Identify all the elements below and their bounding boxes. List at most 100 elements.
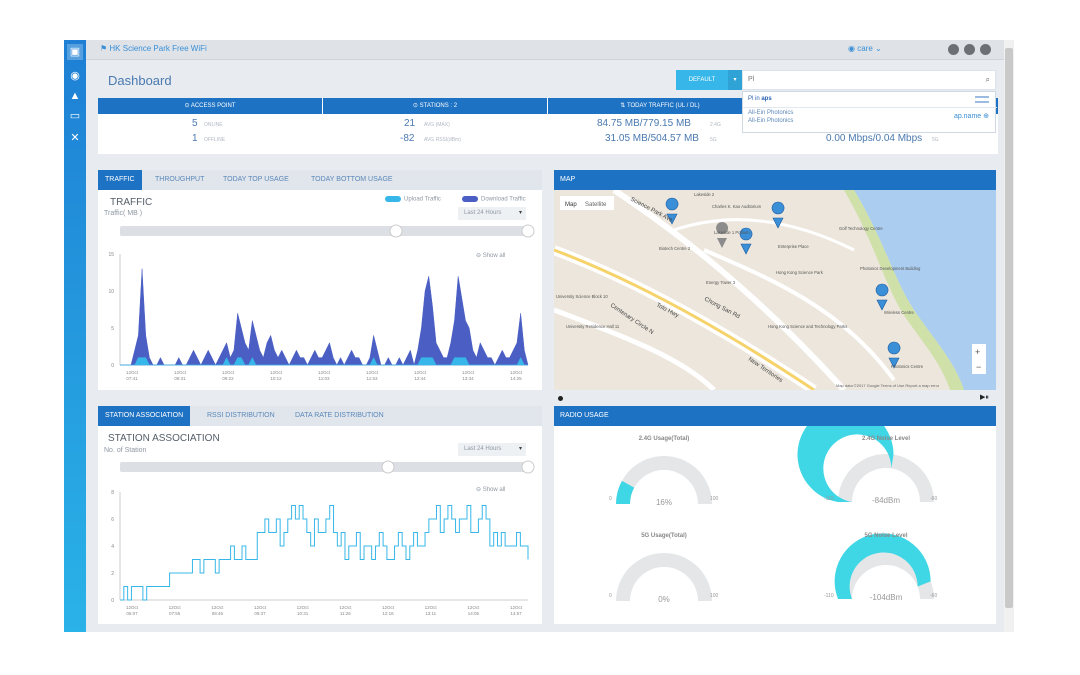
minimize-icon[interactable] [948,44,959,55]
gauge-max: 100 [710,496,719,502]
station-panel: STATION ASSOCIATION RSSI DISTRIBUTION DA… [98,406,542,624]
x-tick-label: 12Oct [297,605,310,610]
search-value: Pl [748,76,755,83]
map-type-map[interactable]: Map [565,202,577,208]
user-menu[interactable]: ◉ care ⌄ [848,44,882,53]
zoom-icon: ⊖ [476,487,482,493]
traffic-chart: 15105012Oct07:4112Oct08:3112Oct09:2212Oc… [108,224,535,381]
range-slider-handle [521,224,535,238]
chevron-down-icon[interactable]: ▾ [728,70,742,90]
x-tick-label: 12:44 [414,376,426,381]
maximize-icon[interactable] [964,44,975,55]
access-point-header-label: ACCESS POINT [190,103,236,109]
stations-header: ⊙ STATIONS : 2 [323,98,547,114]
suggest-field[interactable]: ap.name ⊕ [954,112,989,120]
map-view[interactable]: Map Satellite + − Lakeside 2 Charles K. … [554,190,996,390]
tab-traffic[interactable]: TRAFFIC [98,170,142,190]
y-tick-label: 10 [108,289,114,295]
suggest-field-name: ap.name [953,113,982,120]
gauge-24g-noise-value: -84dBm [871,496,900,505]
page-title: Dashboard [108,73,172,88]
gauge-5g-noise-value: -104dBm [869,593,903,602]
list-icon [975,96,989,103]
map-header: MAP [554,170,996,190]
legend-upload[interactable]: Upload Traffic [385,196,441,203]
traffic-header: ⇅ TODAY TRAFFIC (UL / DL) [548,98,772,114]
tab-data-rate-distribution[interactable]: DATA RATE DISTRIBUTION [288,406,391,426]
avg-rssi-label: AVG RSSI(dBm) [424,137,461,143]
suggest-item[interactable]: All-Ein Photonics [748,118,793,124]
vertical-scrollbar[interactable] [1004,40,1014,632]
map-label: Hong Kong Science and Technology Parks [768,324,847,329]
lock-icon[interactable]: ▲ [67,88,83,104]
carousel-dot-icon[interactable] [558,396,563,401]
wifi-icon[interactable]: ◉ [67,68,83,84]
station-chart: 8642012Oct06:0712Oct07:5512Oct08:4612Oct… [111,460,535,616]
tab-today-bottom-usage[interactable]: TODAY BOTTOM USAGE [304,170,400,190]
station-range-select[interactable]: Last 24 Hours [458,443,526,456]
site-selector[interactable]: ⚑ HK Science Park Free WiFi [100,44,207,53]
map-footer: Map data ©2017 Google Terms of Use Repor… [836,383,940,388]
x-tick-label: 12Oct [169,605,182,610]
gauge-max: 100 [710,593,719,599]
x-tick-label: 12Oct [211,605,224,610]
x-tick-label: 10:31 [297,611,309,616]
suggest-scope[interactable]: Pl in aps [748,96,772,102]
map-label: Enterprise Place [778,244,809,249]
traffic-panel: TRAFFIC THROUGHPUT TODAY TOP USAGE TODAY… [98,170,542,390]
x-tick-label: 12Oct [467,605,480,610]
x-tick-label: 12Oct [339,605,352,610]
legend-download[interactable]: Download Traffic [462,196,526,203]
x-tick-label: 12Oct [126,605,139,610]
zoom-in-icon[interactable]: + [975,347,980,357]
x-tick-label: 06:07 [126,611,138,616]
traffic-range-select[interactable]: Last 24 Hours [458,207,526,220]
top-bar: ⚑ HK Science Park Free WiFi ◉ care ⌄ [86,40,1014,60]
gauge-5g-usage-title: 5G Usage(Total) [641,533,687,539]
default-button[interactable]: DEFAULT [676,70,728,90]
gauge-min: -110 [824,496,834,502]
tab-today-top-usage[interactable]: TODAY TOP USAGE [216,170,296,190]
map-label: Lakeside 1 Podium [714,230,750,235]
tab-station-association[interactable]: STATION ASSOCIATION [98,406,191,426]
monitor-icon[interactable]: ▭ [67,108,83,124]
station-show-all[interactable]: ⊖ Show all [476,486,505,493]
traffic-header-label: TODAY TRAFFIC (UL / DL) [626,103,700,109]
traffic-show-all[interactable]: ⊖ Show all [476,252,505,259]
traffic-tabs: TRAFFIC THROUGHPUT TODAY TOP USAGE TODAY… [98,170,542,190]
map-label: Charles K. Kao Auditorium [712,204,762,209]
legend-swatch [462,196,478,202]
stations-header-label: STATIONS : 2 [419,103,458,109]
close-icon[interactable] [980,44,991,55]
x-tick-label: 12Oct [366,370,379,375]
ap-offline-label: OFFLINE [204,137,226,143]
play-pause-icon[interactable]: ▶⏸ [980,393,989,402]
station-chart-ylabel: No. of Station [104,447,147,454]
gauge-min: 0 [609,496,612,502]
x-tick-label: 12Oct [126,370,139,375]
ap-online-count: 5 [192,118,198,129]
tab-rssi-distribution[interactable]: RSSI DISTRIBUTION [200,406,282,426]
user-name: care [857,44,873,53]
tools-icon[interactable]: ✕ [67,130,83,146]
x-tick-label: 12Oct [270,370,283,375]
map-label: Wireless Centre [884,310,914,315]
map-label: Photonics Centre [891,364,924,369]
tab-throughput[interactable]: THROUGHPUT [148,170,211,190]
map-type-satellite[interactable]: Satellite [585,202,607,208]
traffic-chart-title: TRAFFIC [110,197,153,208]
x-tick-label: 14:25 [510,376,522,381]
dashboard-icon[interactable]: ▣ [67,44,83,60]
x-tick-label: 12Oct [414,370,427,375]
stations-count-label: AVG (MAX) [424,122,450,128]
series-area [120,268,529,366]
scrollbar-thumb[interactable] [1005,48,1013,608]
search-input[interactable]: Pl ⌕ [742,70,996,90]
gauge-fill [834,533,931,599]
site-name: HK Science Park Free WiFi [109,44,207,53]
suggest-item[interactable]: All-Ein Photonics [748,110,793,116]
search-icon[interactable]: ⌕ [986,75,990,85]
y-tick-label: 15 [108,252,114,258]
zoom-out-icon[interactable]: − [976,362,981,372]
x-tick-label: 12Oct [510,370,523,375]
